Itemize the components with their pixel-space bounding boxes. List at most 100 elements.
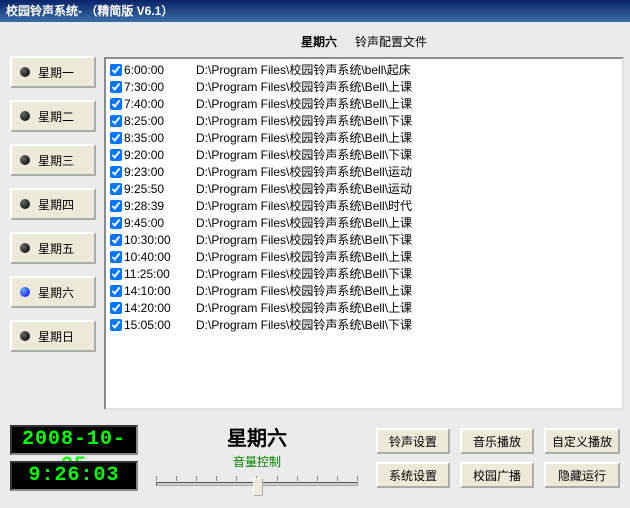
path-cell: D:\Program Files\校园铃声系统\Bell\上课 [196,129,620,146]
day-button-label: 星期一 [38,64,74,81]
enable-checkbox[interactable] [110,302,122,314]
content-header: 星期六 铃声配置文件 [104,26,624,57]
time-cell: 14:20:00 [124,301,196,315]
schedule-row[interactable]: 11:25:00D:\Program Files\校园铃声系统\Bell\下课 [108,265,620,282]
enable-checkbox[interactable] [110,234,122,246]
time-cell: 11:25:00 [124,267,196,281]
volume-label: 音量控制 [156,453,358,470]
day-button-1[interactable]: 星期二 [10,100,96,132]
day-sidebar: 星期一星期二星期三星期四星期五星期六星期日 [6,26,104,410]
day-button-4[interactable]: 星期五 [10,232,96,264]
status-dot-icon [20,331,30,341]
day-button-5[interactable]: 星期六 [10,276,96,308]
volume-slider[interactable] [156,474,358,494]
custom-play-button[interactable]: 自定义播放 [544,428,620,454]
status-dot-icon [20,155,30,165]
time-cell: 8:25:00 [124,114,196,128]
path-cell: D:\Program Files\校园铃声系统\Bell\上课 [196,282,620,299]
day-button-label: 星期三 [38,152,74,169]
enable-checkbox[interactable] [110,81,122,93]
enable-checkbox[interactable] [110,251,122,263]
path-cell: D:\Program Files\校园铃声系统\Bell\下课 [196,146,620,163]
status-dot-icon [20,287,30,297]
time-cell: 15:05:00 [124,318,196,332]
time-cell: 9:25:50 [124,182,196,196]
enable-checkbox[interactable] [110,115,122,127]
schedule-row[interactable]: 8:35:00D:\Program Files\校园铃声系统\Bell\上课 [108,129,620,146]
enable-checkbox[interactable] [110,285,122,297]
path-cell: D:\Program Files\校园铃声系统\Bell\下课 [196,231,620,248]
path-cell: D:\Program Files\校园铃声系统\Bell\上课 [196,95,620,112]
enable-checkbox[interactable] [110,268,122,280]
path-cell: D:\Program Files\校园铃声系统\Bell\时代 [196,197,620,214]
system-settings-button[interactable]: 系统设置 [376,462,450,488]
enable-checkbox[interactable] [110,183,122,195]
time-cell: 9:28:39 [124,199,196,213]
schedule-row[interactable]: 9:28:39D:\Program Files\校园铃声系统\Bell\时代 [108,197,620,214]
schedule-list[interactable]: 6:00:00D:\Program Files\校园铃声系统\bell\起床7:… [104,57,624,410]
enable-checkbox[interactable] [110,98,122,110]
time-cell: 10:30:00 [124,233,196,247]
time-cell: 9:45:00 [124,216,196,230]
bell-settings-button[interactable]: 铃声设置 [376,428,450,454]
day-button-label: 星期四 [38,196,74,213]
path-cell: D:\Program Files\校园铃声系统\Bell\上课 [196,214,620,231]
time-cell: 10:40:00 [124,250,196,264]
time-display: 9:26:03 [10,461,138,491]
enable-checkbox[interactable] [110,149,122,161]
bottom-panel: 2008-10-25 9:26:03 星期六 音量控制 铃声设置 音乐播放 自定… [0,412,630,504]
schedule-row[interactable]: 6:00:00D:\Program Files\校园铃声系统\bell\起床 [108,61,620,78]
enable-checkbox[interactable] [110,64,122,76]
schedule-row[interactable]: 9:20:00D:\Program Files\校园铃声系统\Bell\下课 [108,146,620,163]
enable-checkbox[interactable] [110,200,122,212]
schedule-row[interactable]: 10:30:00D:\Program Files\校园铃声系统\Bell\下课 [108,231,620,248]
schedule-row[interactable]: 9:23:00D:\Program Files\校园铃声系统\Bell\运动 [108,163,620,180]
path-cell: D:\Program Files\校园铃声系统\Bell\下课 [196,112,620,129]
enable-checkbox[interactable] [110,132,122,144]
schedule-row[interactable]: 8:25:00D:\Program Files\校园铃声系统\Bell\下课 [108,112,620,129]
path-cell: D:\Program Files\校园铃声系统\Bell\上课 [196,299,620,316]
header-day: 星期六 [301,35,337,49]
path-cell: D:\Program Files\校园铃声系统\Bell\运动 [196,180,620,197]
status-dot-icon [20,243,30,253]
path-cell: D:\Program Files\校园铃声系统\Bell\下课 [196,265,620,282]
day-button-label: 星期六 [38,284,74,301]
schedule-row[interactable]: 9:25:50D:\Program Files\校园铃声系统\Bell\运动 [108,180,620,197]
campus-broadcast-button[interactable]: 校园广播 [460,462,534,488]
schedule-row[interactable]: 10:40:00D:\Program Files\校园铃声系统\Bell\上课 [108,248,620,265]
time-cell: 14:10:00 [124,284,196,298]
time-cell: 8:35:00 [124,131,196,145]
current-day-label: 星期六 [156,422,358,451]
day-button-2[interactable]: 星期三 [10,144,96,176]
status-dot-icon [20,67,30,77]
time-cell: 7:40:00 [124,97,196,111]
schedule-row[interactable]: 14:20:00D:\Program Files\校园铃声系统\Bell\上课 [108,299,620,316]
hide-run-button[interactable]: 隐藏运行 [544,462,620,488]
time-cell: 9:20:00 [124,148,196,162]
time-cell: 6:00:00 [124,63,196,77]
schedule-row[interactable]: 7:40:00D:\Program Files\校园铃声系统\Bell\上课 [108,95,620,112]
path-cell: D:\Program Files\校园铃声系统\Bell\上课 [196,78,620,95]
path-cell: D:\Program Files\校园铃声系统\bell\起床 [196,61,620,78]
day-button-label: 星期日 [38,328,74,345]
schedule-row[interactable]: 7:30:00D:\Program Files\校园铃声系统\Bell\上课 [108,78,620,95]
time-cell: 7:30:00 [124,80,196,94]
music-play-button[interactable]: 音乐播放 [460,428,534,454]
day-button-3[interactable]: 星期四 [10,188,96,220]
time-cell: 9:23:00 [124,165,196,179]
schedule-row[interactable]: 15:05:00D:\Program Files\校园铃声系统\Bell\下课 [108,316,620,333]
day-button-label: 星期二 [38,108,74,125]
schedule-row[interactable]: 14:10:00D:\Program Files\校园铃声系统\Bell\上课 [108,282,620,299]
day-button-0[interactable]: 星期一 [10,56,96,88]
slider-thumb[interactable] [253,478,263,496]
enable-checkbox[interactable] [110,319,122,331]
path-cell: D:\Program Files\校园铃声系统\Bell\上课 [196,248,620,265]
path-cell: D:\Program Files\校园铃声系统\Bell\运动 [196,163,620,180]
schedule-row[interactable]: 9:45:00D:\Program Files\校园铃声系统\Bell\上课 [108,214,620,231]
header-title: 铃声配置文件 [355,35,427,49]
enable-checkbox[interactable] [110,166,122,178]
enable-checkbox[interactable] [110,217,122,229]
day-button-6[interactable]: 星期日 [10,320,96,352]
status-dot-icon [20,199,30,209]
day-button-label: 星期五 [38,240,74,257]
